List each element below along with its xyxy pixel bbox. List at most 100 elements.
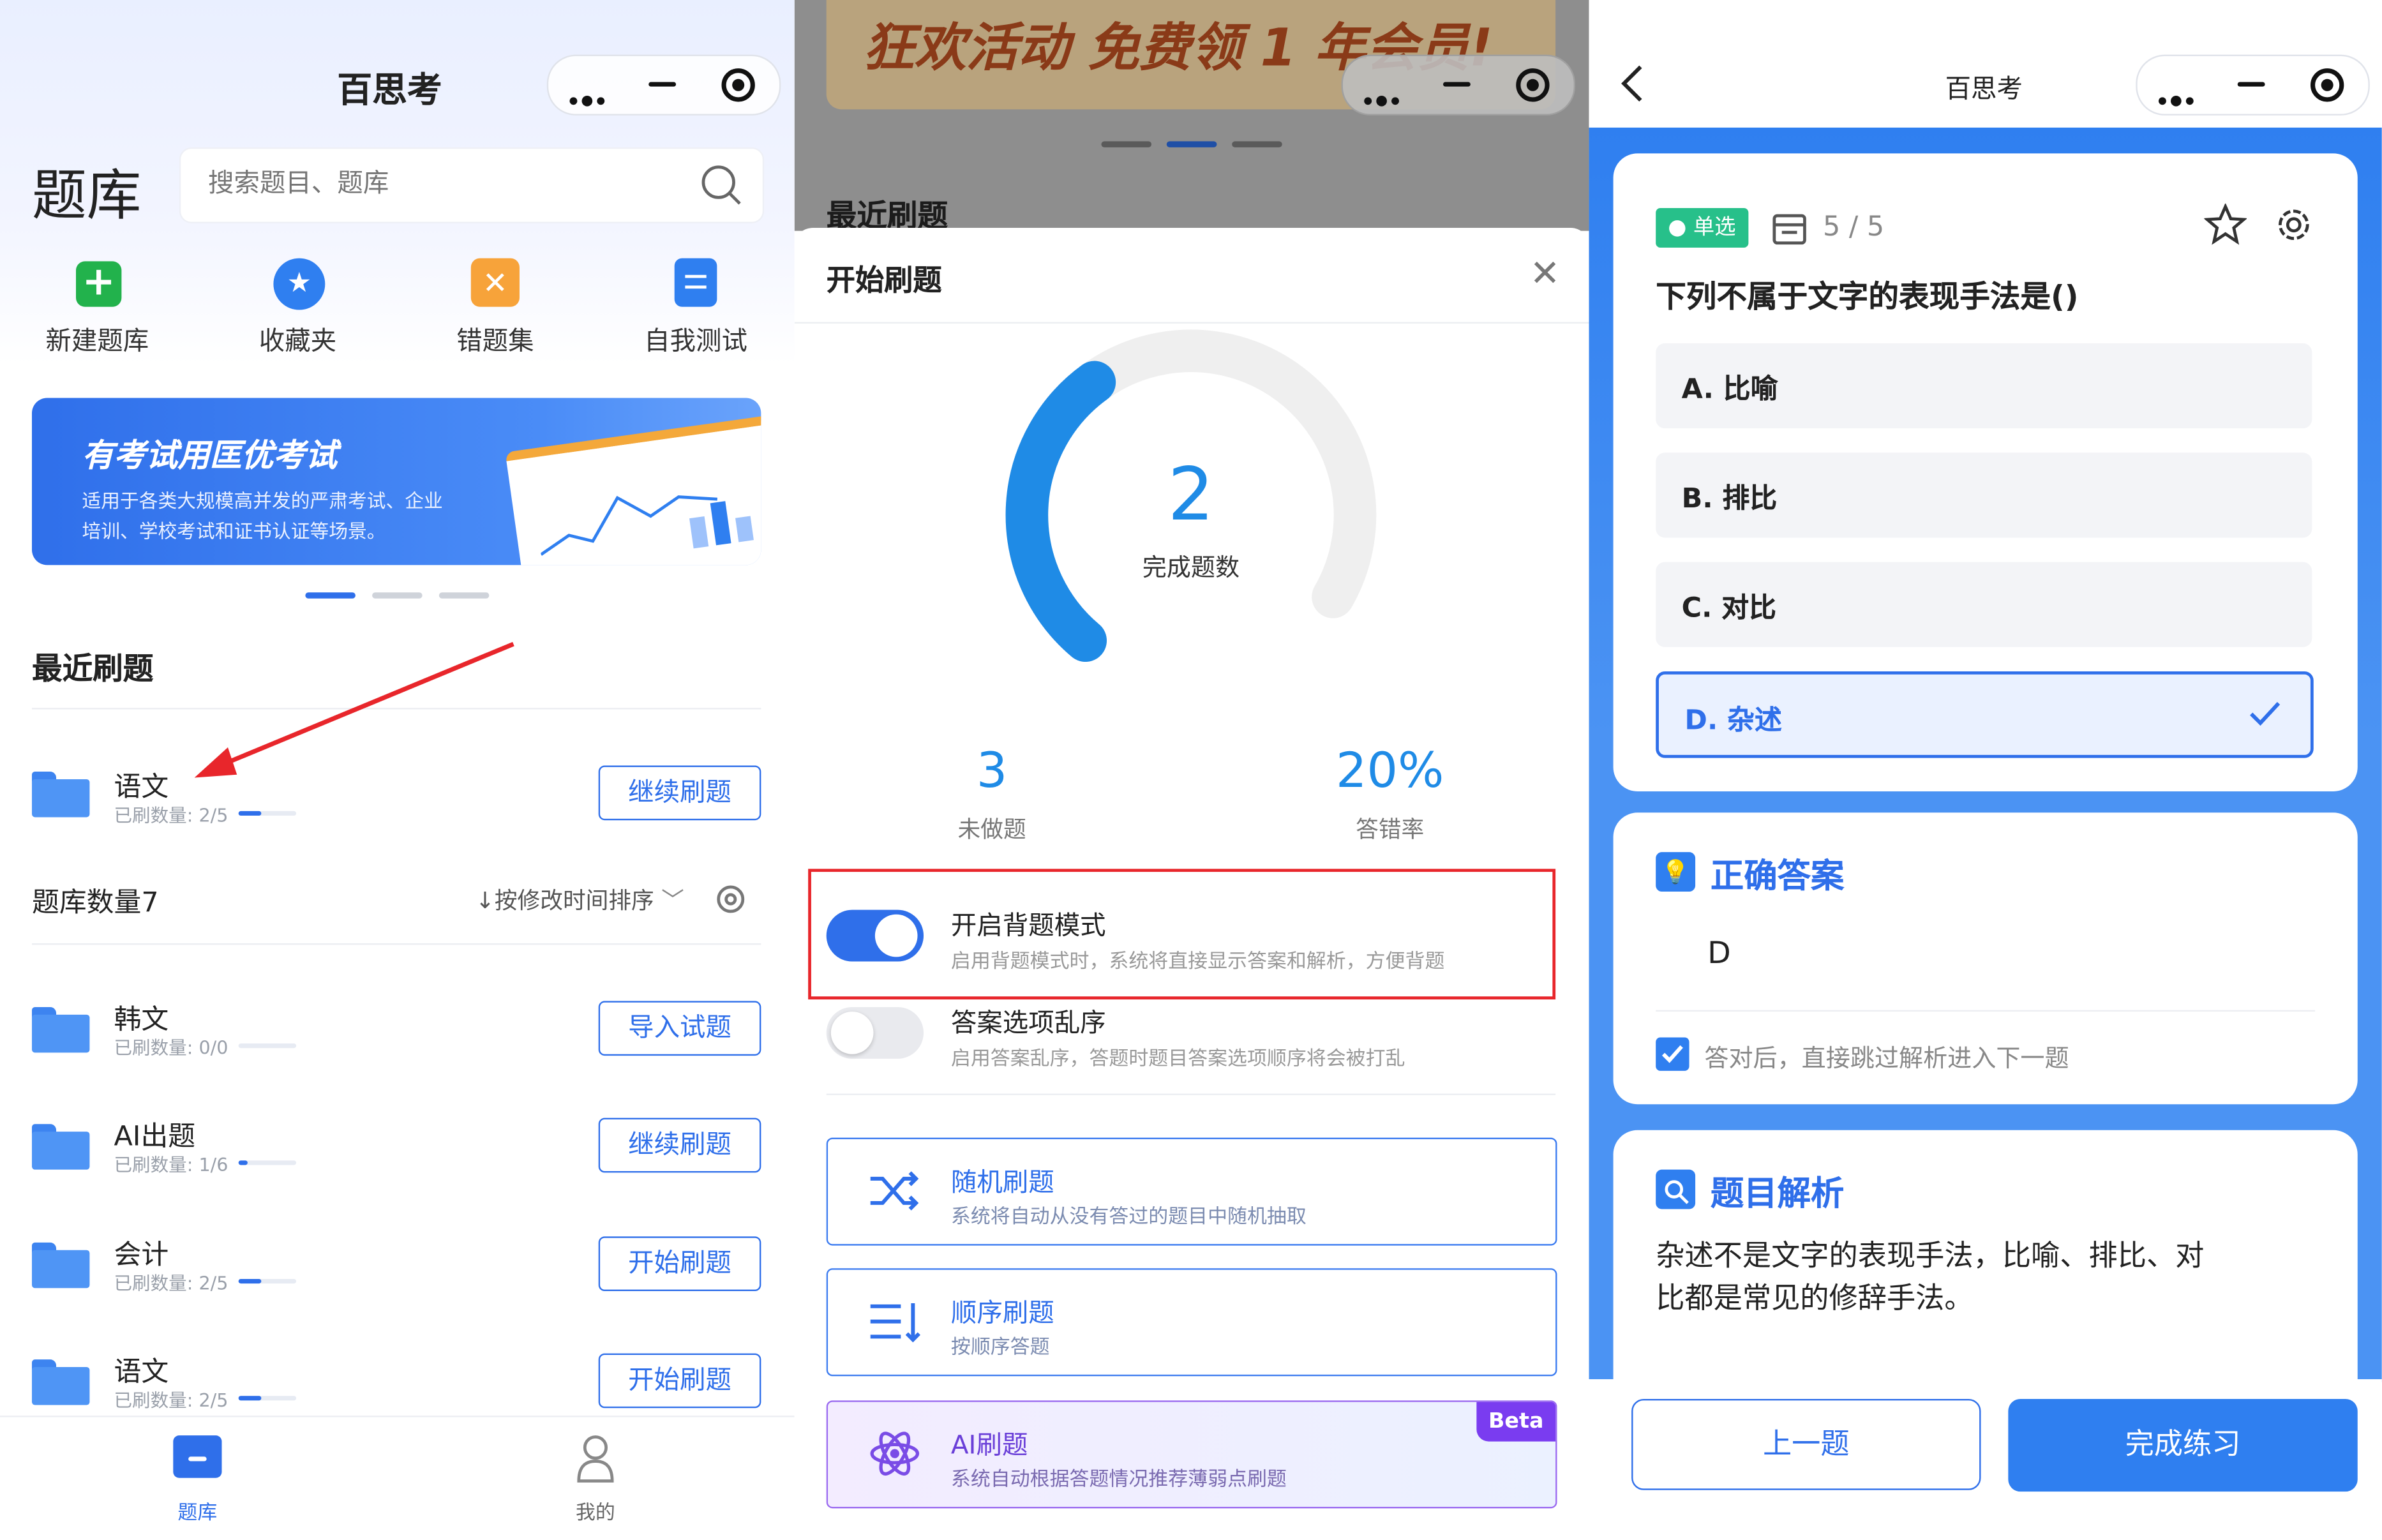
option-d-selected[interactable]: D. 杂述 — [1656, 671, 2314, 758]
list-order-icon — [870, 1303, 921, 1343]
user-icon — [577, 1435, 614, 1483]
shortcut-favorites[interactable]: ★ 收藏夹 — [225, 258, 370, 365]
carousel-dot[interactable] — [438, 592, 490, 599]
bottom-action-bar: 上一题 完成练习 — [1589, 1379, 2382, 1540]
error-rate: 20% — [1336, 741, 1444, 799]
shortcut-self-test[interactable]: 自我测试 — [623, 258, 768, 365]
sequential-practice-button[interactable]: 顺序刷题 按顺序答题 — [826, 1268, 1557, 1377]
check-icon — [2250, 701, 2281, 726]
mode-title: 顺序刷题 — [950, 1298, 1054, 1329]
minimize-icon[interactable] — [648, 82, 677, 87]
ai-practice-button[interactable]: AI刷题 系统自动根据答题情况推荐薄弱点刷题 Beta — [826, 1400, 1557, 1509]
shortcut-wrong-questions[interactable]: ✕ 错题集 — [423, 258, 568, 365]
previous-question-button[interactable]: 上一题 — [1631, 1398, 1981, 1490]
shuffle-answers-switch[interactable] — [826, 1006, 924, 1059]
carousel-dot[interactable] — [372, 592, 423, 599]
folder-icon — [31, 1006, 90, 1053]
answer-card: 💡 正确答案 D 答对后，直接跳过解析进入下一题 — [1613, 812, 2358, 1105]
annotation-arrow-icon — [194, 641, 514, 778]
option-label: D. 杂述 — [1684, 705, 1782, 737]
analysis-line1: 杂述不是文字的表现手法，比喻、排比、对 — [1656, 1239, 2205, 1273]
toggle-row-shuffle[interactable]: 答案选项乱序 启用答案乱序，答题时题目答案选项顺序将会被打乱 — [826, 995, 1555, 1092]
star-outline-icon[interactable] — [2204, 203, 2247, 246]
completed-label: 完成题数 — [1142, 553, 1240, 582]
start-practice-button[interactable]: 开始刷题 — [598, 1353, 761, 1409]
mode-desc: 按顺序答题 — [950, 1336, 1050, 1360]
tab-mine[interactable]: 我的 — [535, 1426, 656, 1533]
close-icon[interactable]: ✕ — [1530, 252, 1561, 295]
finish-practice-button[interactable]: 完成练习 — [2008, 1398, 2358, 1492]
carousel-dot[interactable] — [1101, 141, 1152, 147]
question-text: 下列不属于文字的表现手法是() — [1656, 278, 2079, 315]
mini-program-capsule[interactable] — [2136, 54, 2370, 116]
bank-list-item[interactable]: 韩文 已刷数量: 0/0 导入试题 — [0, 980, 795, 1071]
bank-count: 已刷数量: 0/0 — [114, 1037, 228, 1059]
search-box[interactable] — [179, 147, 765, 223]
analysis-title: 题目解析 — [1710, 1176, 1845, 1214]
minimize-icon[interactable] — [2237, 82, 2265, 87]
carousel-dot[interactable] — [1232, 141, 1282, 147]
app-title: 百思考 — [337, 71, 442, 111]
check-circle-icon: ● — [1668, 215, 1687, 241]
close-target-icon[interactable] — [721, 68, 755, 102]
shortcut-label: 收藏夹 — [258, 326, 337, 357]
gear-icon[interactable] — [2272, 204, 2315, 246]
random-practice-button[interactable]: 随机刷题 系统将自动从没有答过的题目中随机抽取 — [826, 1137, 1557, 1246]
more-icon[interactable] — [2158, 82, 2198, 111]
bank-name: 韩文 — [114, 1004, 169, 1036]
analysis-line2: 比都是常见的修辞手法。 — [1656, 1282, 1974, 1316]
settings-gear-icon[interactable] — [714, 883, 747, 916]
bank-count: 已刷数量: 1/6 — [114, 1154, 228, 1176]
shortcut-label: 自我测试 — [644, 326, 747, 357]
tab-question-bank[interactable]: 题库 — [137, 1426, 258, 1533]
progress-bar — [238, 1043, 297, 1049]
banner-desc-line2: 培训、学校考试和证书认证等场景。 — [82, 519, 386, 542]
continue-practice-button[interactable]: 继续刷题 — [598, 765, 761, 821]
dimmed-background[interactable]: 狂欢活动 免费领 1 年会员! 最近刷题 — [794, 0, 1589, 234]
skip-analysis-checkbox[interactable] — [1656, 1037, 1689, 1071]
question-card: ● 单选 5 / 5 下列不属于文字的表现手法是() A. 比喻 B. 排比 C… — [1613, 153, 2358, 791]
folder-icon — [173, 1435, 222, 1478]
progress-bar — [238, 1278, 297, 1284]
bank-list-item[interactable]: AI出题 已刷数量: 1/6 继续刷题 — [0, 1096, 795, 1188]
close-target-icon[interactable] — [2310, 68, 2344, 102]
carousel-dot-active[interactable] — [305, 592, 356, 599]
single-choice-badge: ● 单选 — [1656, 208, 1748, 248]
more-icon[interactable] — [569, 82, 610, 111]
tab-bar: 题库 我的 — [0, 1416, 795, 1540]
bank-list-item[interactable]: 会计 已刷数量: 2/5 开始刷题 — [0, 1215, 795, 1306]
bank-count: 已刷数量: 2/5 — [114, 1273, 228, 1294]
sheet-title: 开始刷题 — [826, 264, 942, 298]
continue-practice-button[interactable]: 继续刷题 — [598, 1118, 761, 1173]
highlight-box — [808, 869, 1556, 1000]
search-input[interactable] — [205, 167, 667, 201]
recent-title: 最近刷题 — [31, 650, 154, 687]
question-counter: 5 / 5 — [1823, 211, 1885, 243]
minimize-icon[interactable] — [1443, 82, 1471, 87]
mini-program-capsule[interactable] — [1341, 54, 1576, 116]
bank-name: 语文 — [114, 772, 169, 804]
back-arrow-icon[interactable] — [1619, 64, 1647, 103]
carousel-dot-active[interactable] — [1166, 141, 1217, 147]
more-icon[interactable] — [1364, 82, 1404, 111]
mini-program-capsule[interactable] — [546, 54, 781, 116]
error-rate-label: 答错率 — [1356, 816, 1425, 843]
option-a[interactable]: A. 比喻 — [1656, 343, 2312, 429]
toggle-title: 答案选项乱序 — [950, 1008, 1106, 1039]
sort-dropdown[interactable]: ↓按修改时间排序 ﹀ — [476, 884, 684, 916]
shortcut-label: 错题集 — [456, 326, 534, 357]
progress-bar — [238, 1160, 297, 1165]
import-questions-button[interactable]: 导入试题 — [598, 1001, 761, 1056]
start-practice-button[interactable]: 开始刷题 — [598, 1236, 761, 1292]
question-bank-screen: 百思考 题库 + 新建题库 ★ 收藏夹 ✕ 错题集 — [0, 0, 795, 1540]
shortcut-new-bank[interactable]: + 新建题库 — [24, 258, 170, 365]
badge-label: 单选 — [1693, 215, 1736, 241]
close-target-icon[interactable] — [1516, 68, 1550, 102]
bank-list-item[interactable]: 语文 已刷数量: 2/5 开始刷题 — [0, 1332, 795, 1423]
toggle-desc: 启用答案乱序，答题时题目答案选项顺序将会被打乱 — [950, 1048, 1405, 1071]
promo-banner[interactable]: 有考试用匡优考试 适用于各类大规模高并发的严肃考试、企业 培训、学校考试和证书认… — [31, 398, 761, 565]
undone-count: 3 — [976, 741, 1008, 799]
option-b[interactable]: B. 排比 — [1656, 452, 2312, 538]
option-c[interactable]: C. 对比 — [1656, 562, 2312, 647]
search-icon[interactable] — [700, 164, 743, 207]
